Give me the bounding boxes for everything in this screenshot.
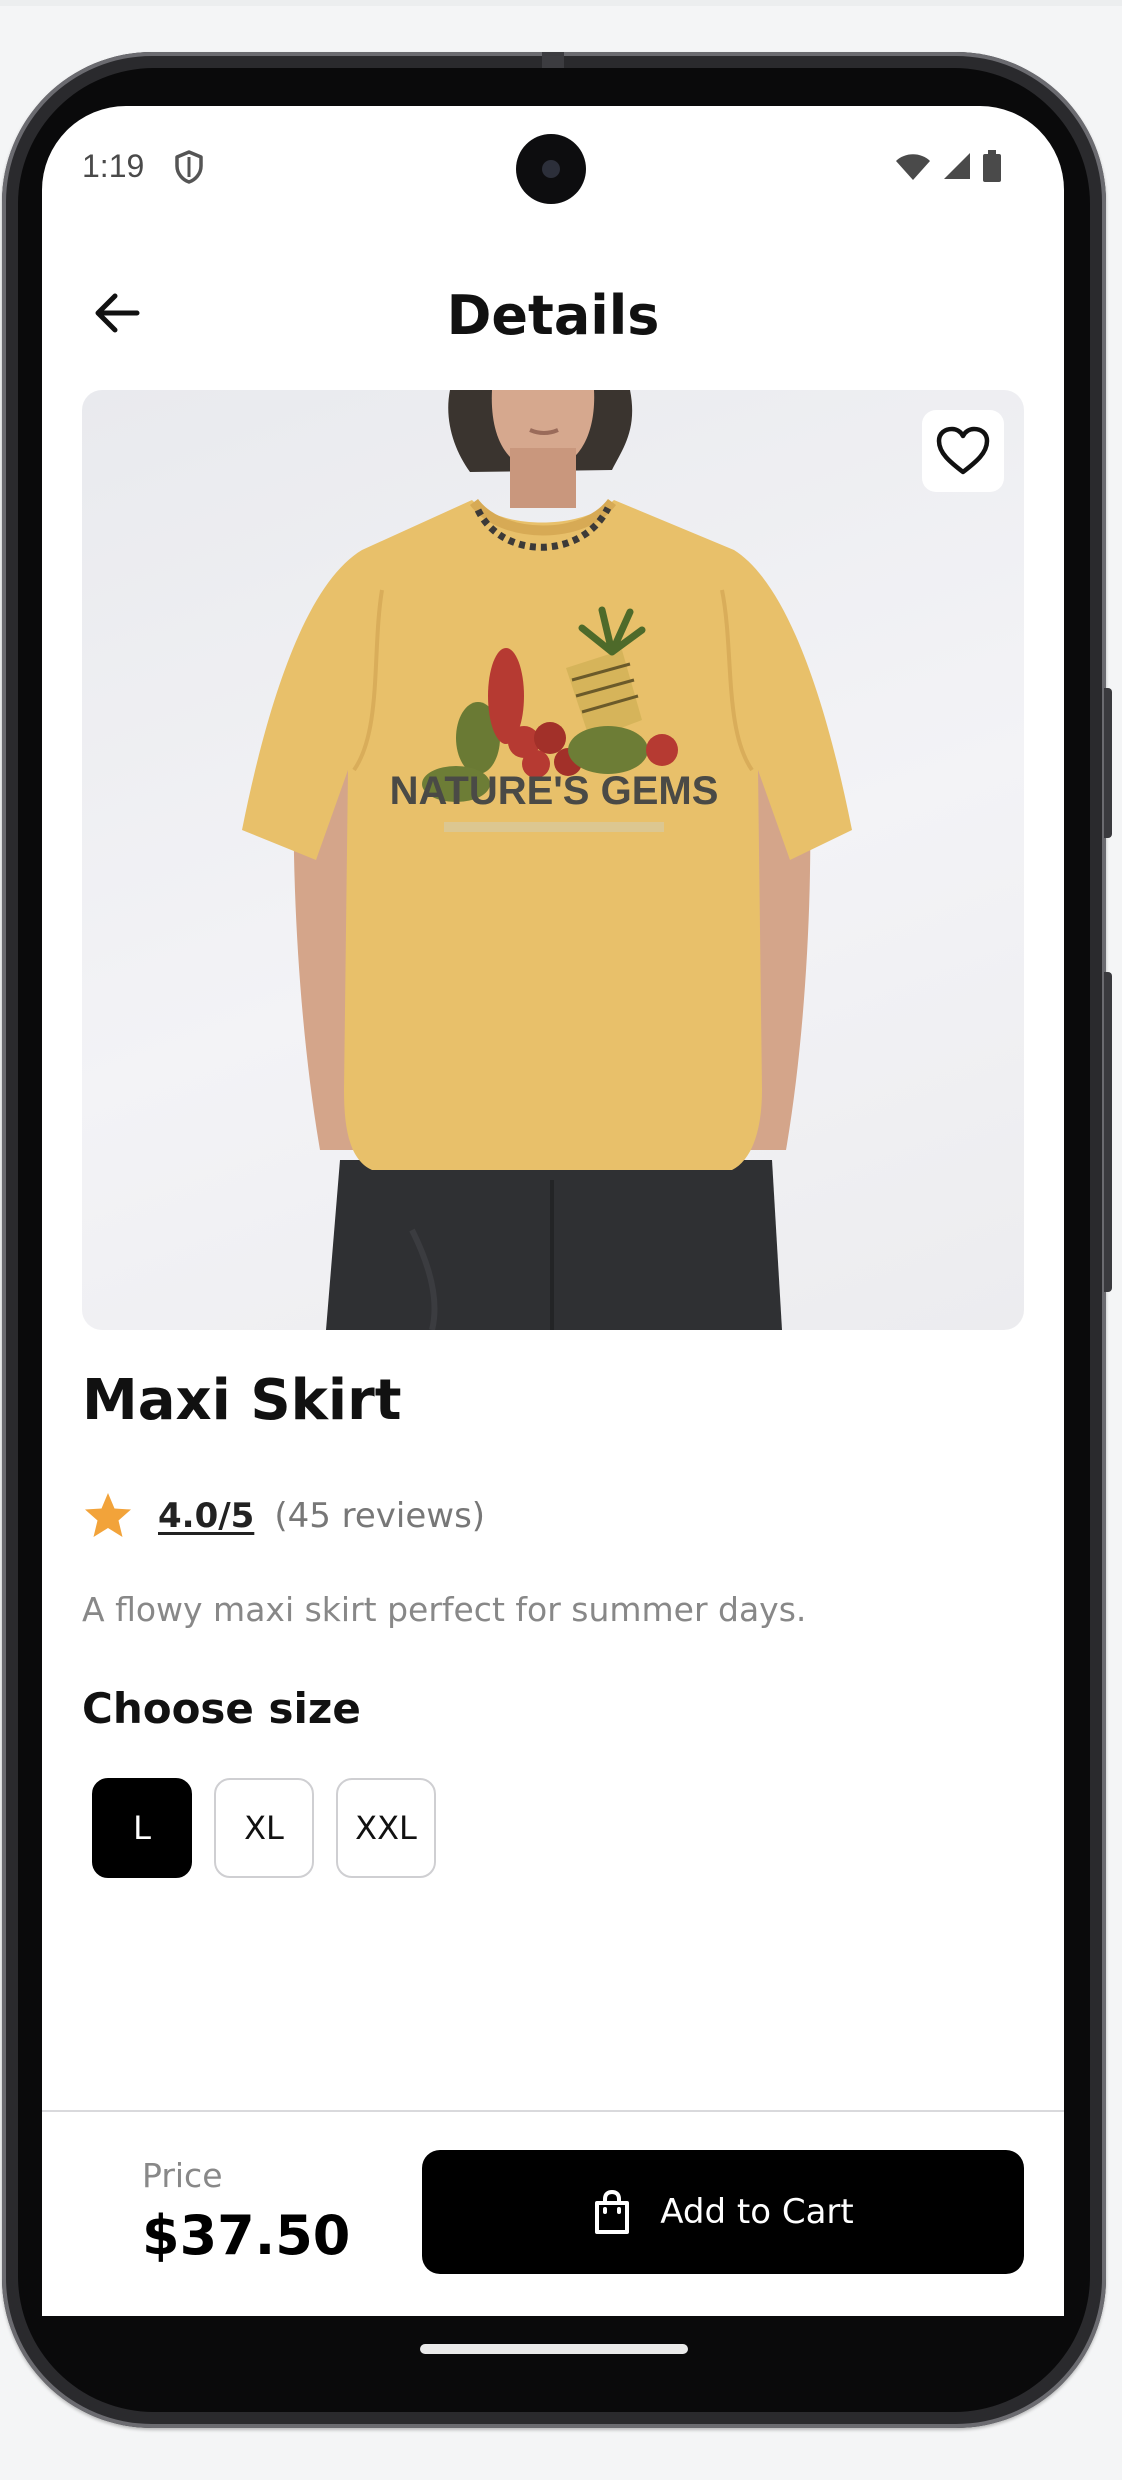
battery-icon [983,150,1001,182]
heart-outline-icon [936,426,990,475]
product-name: Maxi Skirt [82,1368,402,1433]
app-bar: Details [42,256,1064,376]
product-image: NATURE'S GEMS [82,390,1024,1330]
volume-button [1104,972,1112,1292]
screen: 1:19 Details NATURE'S GEMS Maxi Skirt 4.… [42,106,1064,2316]
add-to-cart-button[interactable]: Add to Cart [422,2150,1024,2274]
rating-value[interactable]: 4.0/5 [158,1496,254,1536]
size-options: L XL XXL [92,1778,436,1878]
review-count: (45 reviews) [274,1496,486,1536]
star-icon [85,1493,131,1537]
status-time: 1:19 [82,148,145,184]
size-option-l[interactable]: L [92,1778,192,1878]
top-strip [0,0,1122,6]
antenna-band [542,52,564,68]
shopping-bag-icon [595,2189,630,2234]
status-icons [894,150,1002,182]
shirt-print-text: NATURE'S GEMS [390,769,719,813]
shield-icon [175,150,203,184]
front-camera [516,134,586,204]
status-bar: 1:19 [42,106,1064,226]
bottom-divider [42,2110,1064,2112]
power-button [1104,688,1112,838]
price-value: $37.50 [142,2204,351,2267]
size-heading: Choose size [82,1684,361,1733]
size-option-xxl[interactable]: XXL [336,1778,436,1878]
add-to-cart-label: Add to Cart [660,2192,854,2232]
rating-row: 4.0/5 (45 reviews) [82,1486,485,1546]
canvas: 1:19 Details NATURE'S GEMS Maxi Skirt 4.… [0,0,1122,2480]
price-label: Price [142,2156,223,2195]
page-title: Details [446,284,660,347]
tshirt-photo: NATURE'S GEMS [242,390,852,1330]
home-indicator[interactable] [420,2344,688,2354]
wifi-icon [896,154,930,180]
favorite-button[interactable] [922,410,1004,492]
signal-icon [944,153,970,179]
product-description: A flowy maxi skirt perfect for summer da… [82,1590,807,1629]
size-option-xl[interactable]: XL [214,1778,314,1878]
